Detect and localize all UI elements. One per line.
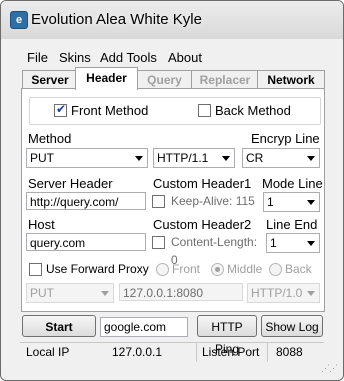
custom-header1-input[interactable]: Keep-Alive: 115: [168, 192, 260, 210]
window-title: Evolution Alea White Kyle: [31, 11, 202, 28]
tab-header[interactable]: Header: [75, 67, 138, 90]
encrypt-line-select[interactable]: CR: [242, 148, 320, 168]
server-header-input[interactable]: http://query.com/: [26, 192, 146, 210]
status-separator: [267, 343, 268, 362]
custom-header2-input[interactable]: Content-Length: 0: [168, 233, 264, 267]
tab-server[interactable]: Server: [22, 70, 78, 89]
proxy-middle-label: Middle: [227, 262, 263, 276]
listen-port-label: Listen Port: [202, 345, 260, 359]
forward-proxy-checkbox[interactable]: [29, 263, 42, 276]
proxy-back-radio[interactable]: [269, 263, 282, 276]
proxy-middle-radio[interactable]: [211, 263, 224, 276]
chevron-down-icon: [307, 156, 315, 161]
check-icon: ✔: [56, 102, 67, 116]
menu-about[interactable]: About: [168, 50, 202, 65]
proxy-http-version-select[interactable]: HTTP/1.0: [247, 283, 320, 303]
chevron-down-icon: [307, 200, 315, 205]
status-bar: Local IP 127.0.0.1 Listen Port 8088: [20, 342, 324, 362]
local-ip-label: Local IP: [26, 345, 70, 359]
proxy-front-label: Front: [172, 262, 201, 276]
tab-query: Query: [136, 70, 193, 89]
chevron-down-icon: [222, 156, 230, 161]
tab-replacer: Replacer: [191, 70, 259, 89]
http-version-select[interactable]: HTTP/1.1: [153, 148, 235, 168]
custom-header1-checkbox[interactable]: [152, 195, 165, 208]
method-position-group: ✔ Front Method Back Method: [29, 97, 321, 125]
proxy-method-select[interactable]: PUT: [26, 283, 114, 303]
host-input[interactable]: query.com: [26, 233, 146, 251]
line-end-select[interactable]: 1: [266, 233, 320, 253]
header-panel: ✔ Front Method Back Method Method Encryp…: [21, 88, 325, 312]
show-log-button[interactable]: Show Log: [261, 315, 323, 337]
local-ip-value: 127.0.0.1: [112, 345, 163, 359]
menu-file[interactable]: File: [27, 50, 48, 65]
ping-host-input[interactable]: google.com: [100, 317, 188, 337]
front-method-label: Front Method: [71, 103, 149, 118]
proxy-back-label: Back: [285, 262, 312, 276]
mode-line-select[interactable]: 1: [263, 192, 320, 212]
listen-port-value: 8088: [276, 345, 303, 359]
app-icon: e: [10, 11, 28, 29]
back-method-label: Back Method: [215, 103, 291, 118]
tab-network[interactable]: Network: [257, 70, 325, 89]
line-end-label: Line End: [266, 217, 318, 232]
chevron-down-icon: [307, 291, 315, 296]
server-header-label: Server Header: [28, 176, 113, 191]
custom-header2-checkbox[interactable]: [152, 236, 165, 249]
chevron-down-icon: [307, 241, 315, 246]
method-label: Method: [28, 131, 72, 146]
back-method-checkbox[interactable]: [198, 104, 211, 117]
menu-bar: File Skins Add Tools About: [1, 45, 343, 67]
start-button[interactable]: Start: [22, 315, 96, 337]
proxy-address-input[interactable]: 127.0.0.1:8080: [119, 283, 243, 301]
chevron-down-icon: [135, 156, 143, 161]
method-select[interactable]: PUT: [26, 148, 148, 168]
forward-proxy-label: Use Forward Proxy: [46, 262, 149, 276]
encrypt-line-label: Encryp Line: [251, 131, 320, 146]
mode-line-label: Mode Line: [262, 176, 323, 191]
main-window: e Evolution Alea White Kyle File Skins A…: [0, 0, 344, 381]
custom-header2-label: Custom Header2: [153, 217, 252, 232]
resize-grip-icon[interactable]: ⋰⋰: [321, 363, 338, 374]
front-method-checkbox[interactable]: ✔: [54, 102, 67, 117]
host-label: Host: [28, 217, 55, 232]
http-ping-button[interactable]: HTTP Ping: [197, 315, 257, 356]
menu-skins[interactable]: Skins: [59, 50, 91, 65]
status-separator: [196, 343, 197, 362]
menu-add-tools[interactable]: Add Tools: [100, 50, 157, 65]
chevron-down-icon: [101, 291, 109, 296]
title-bar[interactable]: e Evolution Alea White Kyle: [1, 1, 343, 39]
custom-header1-label: Custom Header1: [153, 176, 252, 191]
proxy-front-radio[interactable]: [156, 263, 169, 276]
